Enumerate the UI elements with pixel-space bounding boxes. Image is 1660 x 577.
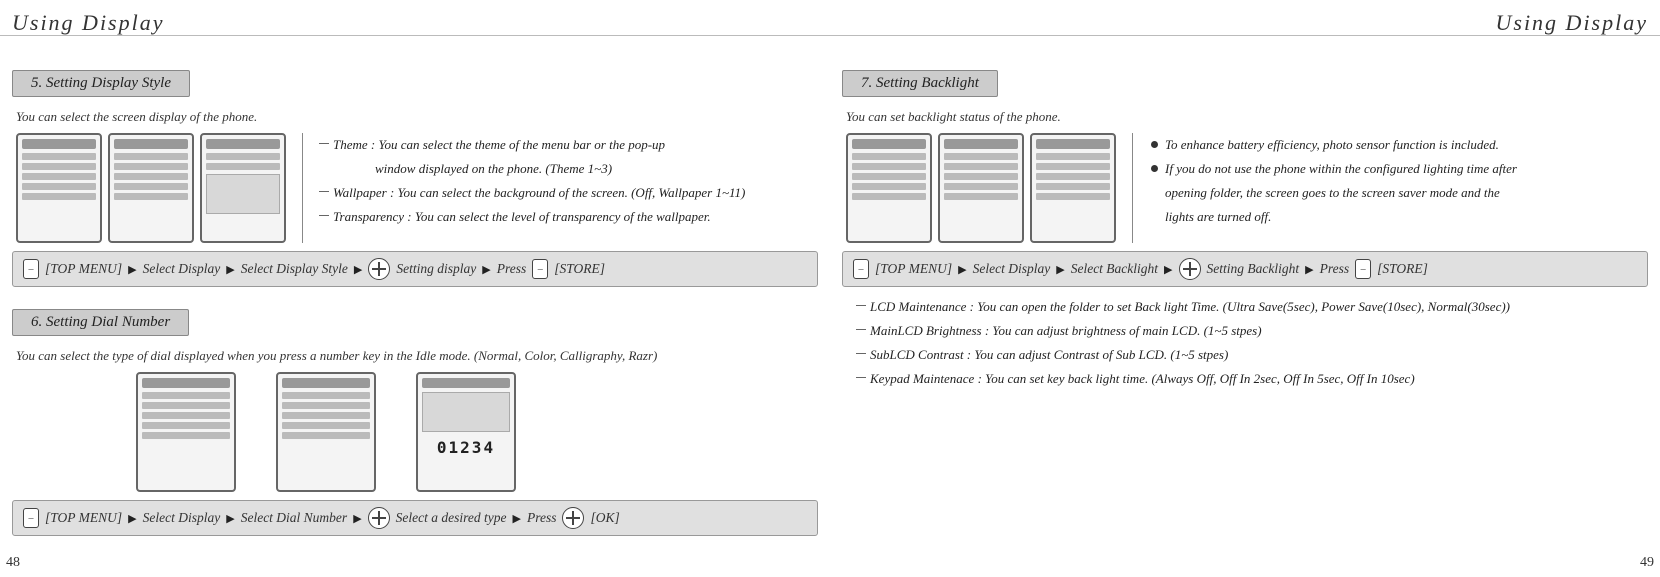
section-6-screens: 01234 [136,372,516,492]
section-5-intro: You can select the screen display of the… [16,109,818,125]
page-left: Using Display 5. Setting Display Style Y… [0,0,830,577]
phone-screen [1030,133,1116,243]
nav-step: [OK] [590,510,619,526]
bullet-item: To enhance battery efficiency, photo sen… [1149,133,1517,157]
section-5-screens [16,133,286,243]
dpad-icon [368,507,390,529]
phone-screen [16,133,102,243]
chevron-right-icon: ▶ [128,512,136,525]
section-6-intro: You can select the type of dial displaye… [16,348,818,364]
nav-step: Setting display [396,261,476,277]
nav-step: Select Display [143,261,221,277]
menu-key-icon: – [23,508,39,528]
desc-item: SubLCD Contrast : You can adjust Contras… [856,343,1648,367]
desc-item: Theme : You can select the theme of the … [319,133,745,157]
desc-item: window displayed on the phone. (Theme 1~… [319,157,745,181]
desc-item: MainLCD Brightness : You can adjust brig… [856,319,1648,343]
phone-screen [200,133,286,243]
section-7-intro: You can set backlight status of the phon… [846,109,1648,125]
chevron-right-icon: ▶ [512,512,520,525]
center-key-icon [562,507,584,529]
nav-step: Select a desired type [396,510,507,526]
page-title-left: Using Display [12,10,818,36]
nav-step: Press [527,510,557,526]
divider [830,35,1660,36]
nav-step: Press [497,261,527,277]
nav-sequence-7: – [TOP MENU] ▶ Select Display ▶ Select B… [842,251,1648,287]
nav-step: [STORE] [1377,261,1428,277]
section-7-bullets: To enhance battery efficiency, photo sen… [1149,133,1517,229]
vertical-separator [1132,133,1133,243]
chevron-right-icon: ▶ [354,263,362,276]
dpad-icon [1179,258,1201,280]
nav-step: Select Dial Number [241,510,347,526]
page-number: 49 [1640,555,1654,571]
chevron-right-icon: ▶ [226,512,234,525]
desc-item: Transparency : You can select the level … [319,205,745,229]
chevron-right-icon: ▶ [958,263,966,276]
section-5-desc: Theme : You can select the theme of the … [319,133,745,229]
dpad-icon [368,258,390,280]
nav-step: Setting Backlight [1207,261,1300,277]
chevron-right-icon: ▶ [1305,263,1313,276]
bullet-item: If you do not use the phone within the c… [1149,157,1517,181]
bullet-item: opening folder, the screen goes to the s… [1149,181,1517,205]
nav-step: Press [1320,261,1350,277]
nav-step: [TOP MENU] [45,261,122,277]
nav-sequence-6: – [TOP MENU] ▶ Select Display ▶ Select D… [12,500,818,536]
phone-screen [108,133,194,243]
nav-step: Select Display [973,261,1051,277]
nav-step: Select Display [143,510,221,526]
menu-key-icon: – [532,259,548,279]
phone-screen: 01234 [416,372,516,492]
section-6-row: 01234 [16,372,818,492]
divider [0,35,830,36]
section-7-subitems: LCD Maintenance : You can open the folde… [856,295,1648,391]
page-number: 48 [6,555,20,571]
vertical-separator [302,133,303,243]
phone-screen [938,133,1024,243]
nav-step: Select Display Style [241,261,348,277]
section-5-row: Theme : You can select the theme of the … [16,133,818,243]
chevron-right-icon: ▶ [226,263,234,276]
phone-screen [846,133,932,243]
section-7-row: To enhance battery efficiency, photo sen… [846,133,1648,243]
section-heading-6: 6. Setting Dial Number [12,309,189,336]
phone-screen [136,372,236,492]
chevron-right-icon: ▶ [128,263,136,276]
nav-step: Select Backlight [1071,261,1158,277]
nav-sequence-5: – [TOP MENU] ▶ Select Display ▶ Select D… [12,251,818,287]
chevron-right-icon: ▶ [1164,263,1172,276]
section-heading-7: 7. Setting Backlight [842,70,998,97]
nav-step: [TOP MENU] [875,261,952,277]
desc-item: Keypad Maintenace : You can set key back… [856,367,1648,391]
section-heading-5: 5. Setting Display Style [12,70,190,97]
nav-step: [TOP MENU] [45,510,122,526]
menu-key-icon: – [1355,259,1371,279]
desc-item: LCD Maintenance : You can open the folde… [856,295,1648,319]
page-title-right: Using Display [842,10,1648,36]
chevron-right-icon: ▶ [1056,263,1064,276]
menu-key-icon: – [853,259,869,279]
page-right: Using Display 7. Setting Backlight You c… [830,0,1660,577]
chevron-right-icon: ▶ [353,512,361,525]
dial-digits: 01234 [422,438,510,457]
nav-step: [STORE] [554,261,605,277]
phone-screen [276,372,376,492]
desc-item: Wallpaper : You can select the backgroun… [319,181,745,205]
bullet-item: lights are turned off. [1149,205,1517,229]
chevron-right-icon: ▶ [482,263,490,276]
menu-key-icon: – [23,259,39,279]
section-7-screens [846,133,1116,243]
